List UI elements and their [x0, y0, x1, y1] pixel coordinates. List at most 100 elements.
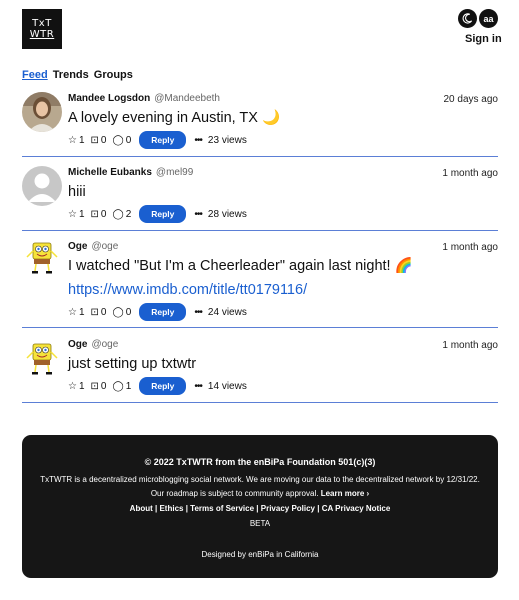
like-button[interactable]: ☆ 1	[68, 135, 85, 146]
tab-groups[interactable]: Groups	[94, 69, 133, 81]
reply-button[interactable]: Reply	[139, 377, 187, 395]
theme-toggle-button[interactable]	[458, 9, 477, 28]
star-icon: ☆	[68, 208, 77, 220]
bookmark-button[interactable]: ⊡ 0	[91, 135, 107, 146]
font-size-button[interactable]: aa	[479, 9, 498, 28]
avatar[interactable]	[22, 92, 62, 132]
sign-in-link[interactable]: Sign in	[465, 33, 502, 45]
footer-links: About | Ethics | Terms of Service | Priv…	[129, 504, 391, 513]
post-actions: ☆ 1 ⊡ 0 ◯ 1 Reply ••• 14 views	[68, 377, 498, 395]
comment-icon: ◯	[112, 306, 124, 318]
avatar[interactable]	[22, 338, 62, 378]
reply-count: 0	[125, 306, 132, 318]
view-count: 24 views	[207, 306, 247, 318]
bookmark-count: 0	[100, 380, 107, 392]
reply-count: 2	[125, 208, 132, 220]
comment-icon: ◯	[112, 380, 124, 392]
comment-button[interactable]: ◯ 0	[112, 135, 131, 146]
bookmark-count: 0	[100, 208, 107, 220]
post-item: Oge @oge I watched "But I'm a Cheerleade…	[22, 231, 498, 328]
comment-button[interactable]: ◯ 1	[112, 381, 131, 392]
like-count: 1	[78, 306, 85, 318]
txtwtr-logo[interactable]: TxT WTR	[22, 9, 62, 49]
author-name[interactable]: Michelle Eubanks	[68, 167, 152, 178]
star-icon: ☆	[68, 380, 77, 392]
footer-link-about[interactable]: About	[130, 504, 153, 513]
moon-icon	[462, 13, 473, 24]
bookmark-button[interactable]: ⊡ 0	[91, 209, 107, 220]
beta-label: BETA	[249, 519, 271, 528]
reply-count: 1	[125, 380, 132, 392]
comment-icon: ◯	[112, 208, 124, 220]
like-button[interactable]: ☆ 1	[68, 209, 85, 220]
post-item: Mandee Logsdon @Mandeebeth A lovely even…	[22, 86, 498, 157]
post-timestamp[interactable]: 1 month ago	[442, 340, 498, 351]
tab-trends[interactable]: Trends	[53, 69, 89, 81]
star-icon: ☆	[68, 134, 77, 146]
site-footer: © 2022 TxTWTR from the enBiPa Foundation…	[22, 435, 498, 578]
post-link[interactable]: https://www.imdb.com/title/tt0179116/	[68, 281, 498, 299]
footer-description: TxTWTR is a decentralized microblogging …	[22, 473, 498, 501]
avatar[interactable]	[22, 166, 62, 206]
more-options-icon[interactable]: •••	[194, 381, 202, 392]
bookmark-icon: ⊡	[90, 134, 99, 146]
bookmark-button[interactable]: ⊡ 0	[91, 307, 107, 318]
post-item: Oge @oge just setting up txtwtr ☆ 1 ⊡ 0 ◯ 1…	[22, 328, 498, 403]
post-actions: ☆ 1 ⊡ 0 ◯ 0 Reply ••• 23 views	[68, 131, 498, 149]
bookmark-icon: ⊡	[90, 208, 99, 220]
bookmark-count: 0	[100, 134, 107, 146]
comment-button[interactable]: ◯ 0	[112, 307, 131, 318]
post-timestamp[interactable]: 20 days ago	[444, 94, 499, 105]
logo-line-1: TxT	[32, 18, 52, 29]
post-actions: ☆ 1 ⊡ 0 ◯ 0 Reply ••• 24 views	[68, 303, 498, 321]
footer-link-privacy[interactable]: Privacy Policy	[261, 504, 315, 513]
author-handle[interactable]: @mel99	[156, 167, 193, 178]
avatar[interactable]	[22, 237, 62, 277]
bookmark-button[interactable]: ⊡ 0	[91, 381, 107, 392]
like-button[interactable]: ☆ 1	[68, 381, 85, 392]
view-count: 23 views	[207, 134, 247, 146]
like-count: 1	[78, 380, 85, 392]
author-handle[interactable]: @oge	[91, 339, 118, 350]
reply-count: 0	[125, 134, 132, 146]
reply-button[interactable]: Reply	[139, 205, 187, 223]
footer-link-terms[interactable]: Terms of Service	[190, 504, 254, 513]
like-button[interactable]: ☆ 1	[68, 307, 85, 318]
more-options-icon[interactable]: •••	[194, 135, 202, 146]
designed-by: Designed by enBiPa in California	[201, 550, 319, 559]
feed-tabs: Feed Trends Groups	[22, 69, 133, 81]
reply-button[interactable]: Reply	[139, 303, 187, 321]
post-text: just setting up txtwtr	[68, 356, 197, 372]
tab-feed[interactable]: Feed	[22, 69, 48, 81]
bookmark-icon: ⊡	[90, 306, 99, 318]
learn-more-link[interactable]: Learn more ›	[321, 489, 369, 498]
author-handle[interactable]: @Mandeebeth	[154, 93, 220, 104]
footer-link-ca-privacy[interactable]: CA Privacy Notice	[322, 504, 391, 513]
post-timestamp[interactable]: 1 month ago	[442, 242, 498, 253]
more-options-icon[interactable]: •••	[194, 307, 202, 318]
author-name[interactable]: Oge	[68, 241, 87, 252]
post-text: I watched "But I'm a Cheerleader" again …	[68, 258, 413, 274]
post-actions: ☆ 1 ⊡ 0 ◯ 2 Reply ••• 28 views	[68, 205, 498, 223]
comment-button[interactable]: ◯ 2	[112, 209, 131, 220]
author-name[interactable]: Oge	[68, 339, 87, 350]
footer-copyright: © 2022 TxTWTR from the enBiPa Foundation…	[144, 457, 376, 467]
footer-link-ethics[interactable]: Ethics	[159, 504, 183, 513]
like-count: 1	[78, 134, 85, 146]
footer-description-text: TxTWTR is a decentralized microblogging …	[40, 475, 480, 498]
more-options-icon[interactable]: •••	[194, 209, 202, 220]
author-name[interactable]: Mandee Logsdon	[68, 93, 150, 104]
post-text: hiii	[68, 184, 86, 200]
author-handle[interactable]: @oge	[91, 241, 118, 252]
comment-icon: ◯	[112, 134, 124, 146]
logo-line-2: WTR	[29, 29, 55, 40]
reply-button[interactable]: Reply	[139, 131, 187, 149]
post-timestamp[interactable]: 1 month ago	[442, 168, 498, 179]
post-item: Michelle Eubanks @mel99 hiii ☆ 1 ⊡ 0 ◯ 2 Re…	[22, 157, 498, 231]
like-count: 1	[78, 208, 85, 220]
star-icon: ☆	[68, 306, 77, 318]
post-text: A lovely evening in Austin, TX 🌙	[68, 110, 281, 126]
view-count: 14 views	[207, 380, 247, 392]
bookmark-icon: ⊡	[90, 380, 99, 392]
view-count: 28 views	[207, 208, 247, 220]
